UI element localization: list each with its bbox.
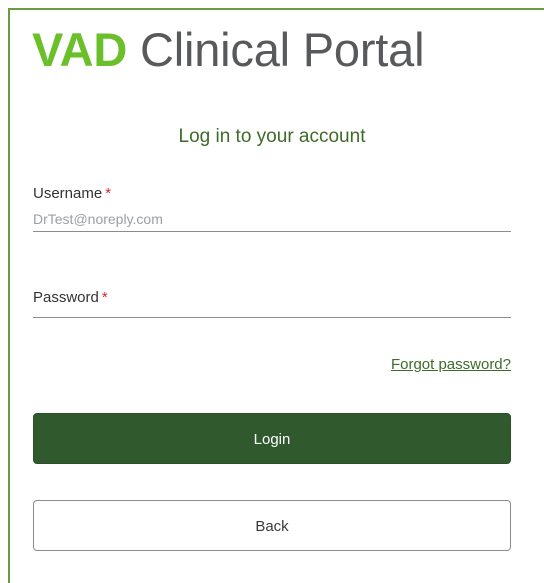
- password-input[interactable]: [33, 292, 511, 318]
- login-button[interactable]: Login: [33, 413, 511, 464]
- username-label: Username *: [33, 185, 111, 202]
- brand-accent-text: VAD: [32, 23, 128, 76]
- back-button[interactable]: Back: [33, 500, 511, 551]
- forgot-password-link[interactable]: Forgot password?: [391, 356, 511, 373]
- username-input[interactable]: [33, 206, 511, 232]
- brand-name-text: Clinical Portal: [140, 23, 425, 76]
- form-title: Log in to your account: [178, 126, 366, 147]
- brand-logo: VAD Clinical Portal: [32, 22, 425, 78]
- required-marker: *: [105, 185, 112, 202]
- username-label-text: Username: [33, 185, 103, 202]
